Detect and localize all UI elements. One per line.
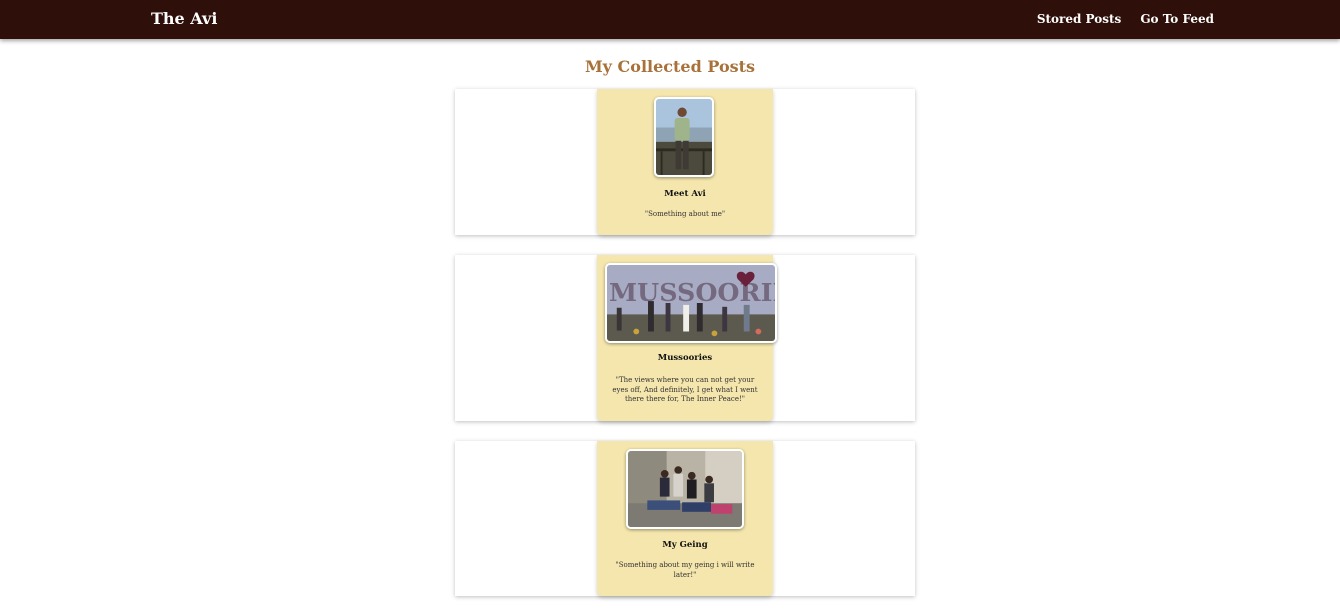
post-description: "Something about me" [644, 210, 726, 218]
post-description: "Something about my geing i will write l… [615, 561, 755, 579]
nav-link-stored-posts[interactable]: Stored Posts [1037, 12, 1122, 26]
post-title: Meet Avi [664, 189, 706, 199]
post-image [626, 449, 744, 529]
post-description: "The views where you can not get your ey… [612, 376, 758, 403]
post-title: Mussoories [657, 353, 713, 363]
post-inner: My Geing "Something about my geing i wil… [597, 441, 773, 596]
brand-link[interactable]: The Avi [151, 9, 217, 28]
post-inner: Meet Avi "Something about me" [597, 89, 773, 235]
page-title: My Collected Posts [584, 57, 756, 76]
post-card: Meet Avi "Something about me" [455, 89, 915, 235]
nav-link-go-to-feed[interactable]: Go To Feed [1140, 12, 1214, 26]
post-image: MUSSOORIE [605, 263, 777, 343]
post-title: My Geing [662, 540, 708, 550]
nav-links: Stored Posts Go To Feed [1037, 12, 1214, 26]
post-inner: MUSSOORIE Mussoories "The views where yo… [597, 255, 777, 421]
post-card: My Geing "Something about my geing i wil… [455, 441, 915, 596]
post-card: MUSSOORIE Mussoories "The views where yo… [455, 255, 915, 421]
navbar: The Avi Stored Posts Go To Feed [0, 0, 1340, 39]
post-image [654, 97, 714, 177]
